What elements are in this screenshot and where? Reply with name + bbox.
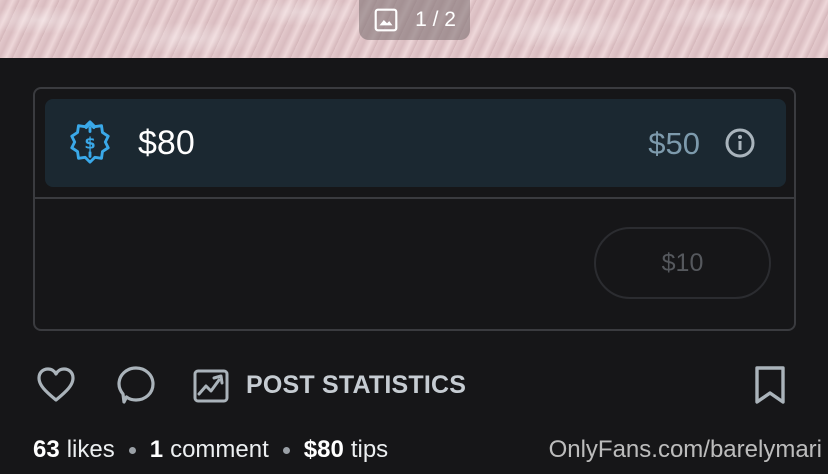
likes-count-link[interactable]: 63 likes bbox=[33, 436, 115, 464]
post-statistics-label: POST STATISTICS bbox=[246, 370, 467, 399]
svg-text:$: $ bbox=[84, 134, 95, 153]
tips-word: tips bbox=[350, 436, 389, 463]
tip-amount-chip[interactable]: $10 bbox=[594, 227, 771, 299]
tip-divider bbox=[35, 197, 794, 199]
tip-amount: $80 bbox=[138, 124, 195, 162]
tip-summary: $ $80 $50 bbox=[45, 99, 786, 187]
tips-count-link[interactable]: $80 tips bbox=[304, 436, 388, 464]
comment-bubble-icon[interactable] bbox=[115, 364, 157, 406]
media-counter-badge: 1 / 2 bbox=[359, 0, 470, 40]
heart-icon[interactable] bbox=[35, 364, 77, 406]
post-media-preview[interactable]: 1 / 2 bbox=[0, 0, 828, 58]
post-meta-counts: 63 likes 1 comment $80 tips bbox=[33, 432, 388, 468]
chart-image-icon bbox=[193, 369, 229, 403]
tips-count: $80 bbox=[303, 436, 344, 463]
tip-card: $ $80 $50 $10 bbox=[33, 87, 796, 331]
post-statistics-button[interactable]: POST STATISTICS bbox=[192, 364, 466, 406]
tip-secondary-amount: $50 bbox=[648, 126, 700, 161]
watermark-text: OnlyFans.com/barelymari bbox=[548, 436, 822, 463]
comments-count-link[interactable]: 1 comment bbox=[150, 436, 269, 464]
image-icon bbox=[374, 8, 398, 32]
comments-word: comment bbox=[170, 436, 269, 463]
separator-dot bbox=[282, 446, 290, 454]
comments-count: 1 bbox=[149, 436, 164, 463]
media-counter-text: 1 / 2 bbox=[415, 8, 456, 31]
info-icon[interactable] bbox=[724, 127, 756, 159]
likes-count: 63 bbox=[33, 436, 60, 463]
post-actions-bar: POST STATISTICS bbox=[0, 355, 828, 415]
bookmark-icon[interactable] bbox=[750, 364, 790, 406]
dollar-badge-icon: $ bbox=[70, 120, 110, 164]
likes-word: likes bbox=[66, 436, 115, 463]
tip-chip-label: $10 bbox=[661, 248, 704, 277]
separator-dot bbox=[128, 446, 136, 454]
